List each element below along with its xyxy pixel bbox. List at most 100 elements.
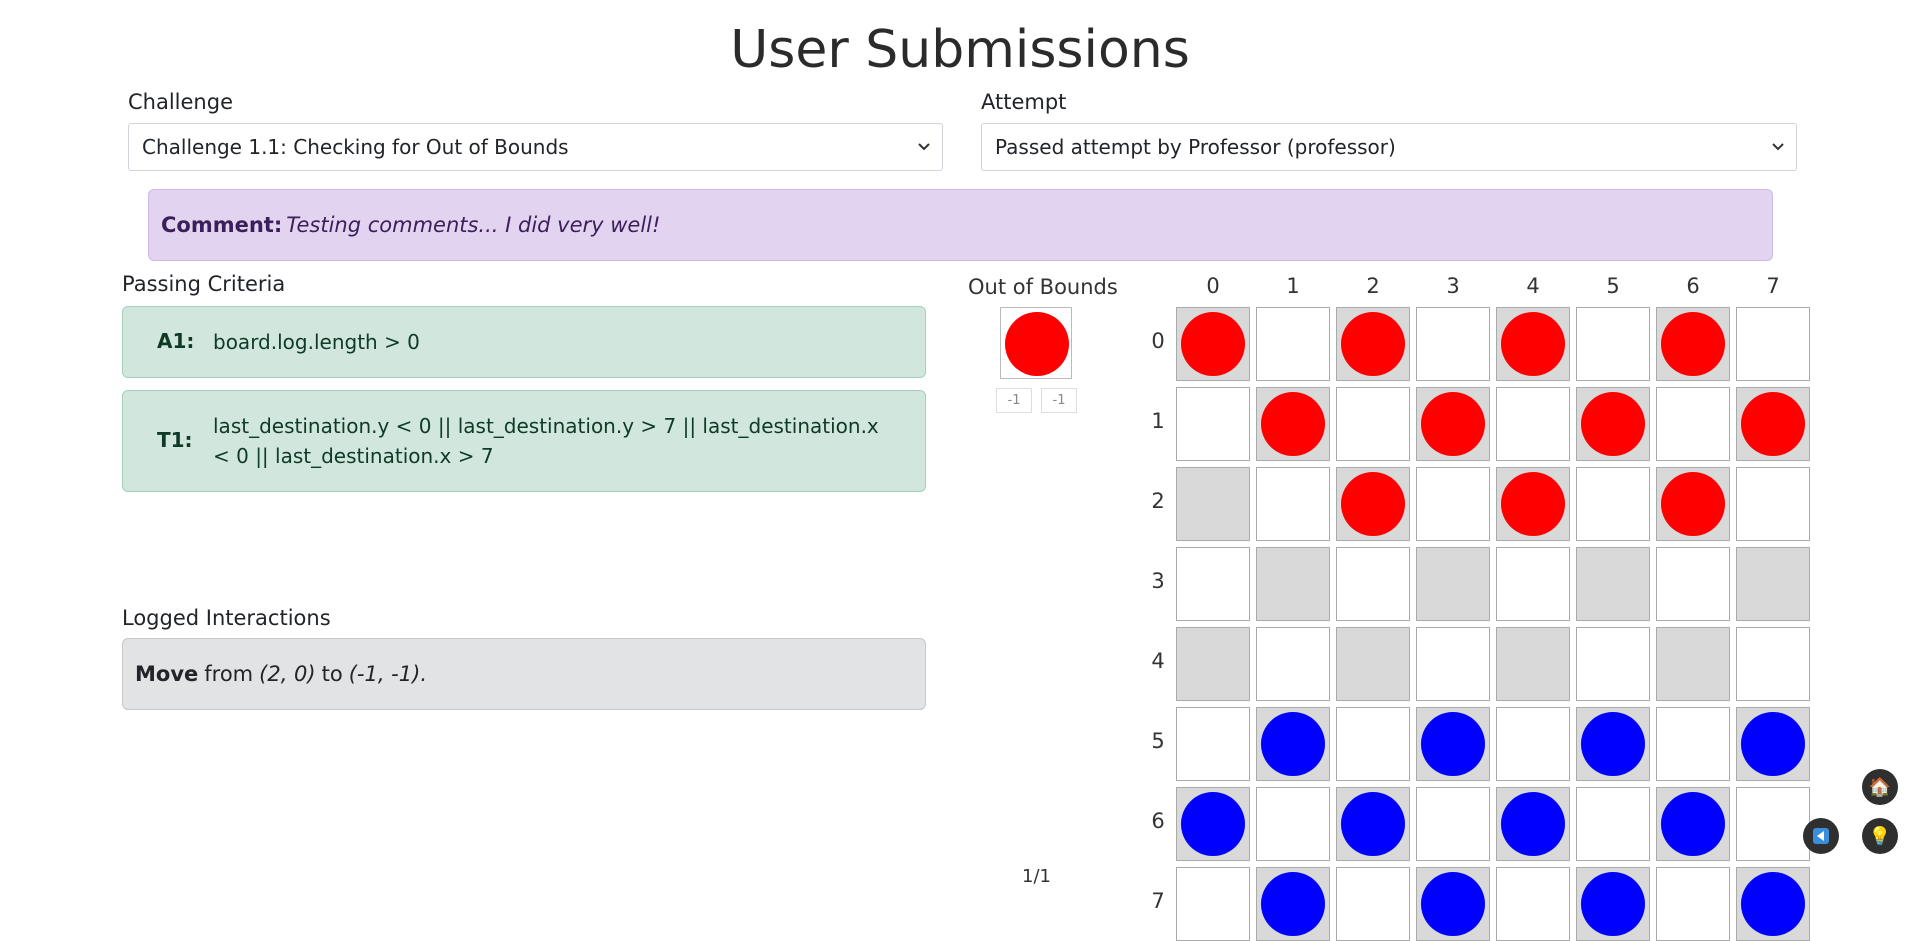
board-square[interactable] [1416, 467, 1490, 541]
blue-piece[interactable] [1261, 712, 1325, 776]
board-square[interactable] [1576, 387, 1650, 461]
board-square[interactable] [1496, 867, 1570, 941]
board-square[interactable] [1256, 307, 1330, 381]
red-piece[interactable] [1261, 392, 1325, 456]
board-square[interactable] [1576, 867, 1650, 941]
board-square[interactable] [1256, 467, 1330, 541]
board-square[interactable] [1336, 547, 1410, 621]
board-square[interactable] [1736, 547, 1810, 621]
board-square[interactable] [1576, 707, 1650, 781]
board-square[interactable] [1656, 467, 1730, 541]
blue-piece[interactable] [1581, 712, 1645, 776]
board-square[interactable] [1496, 547, 1570, 621]
board-square[interactable] [1256, 627, 1330, 701]
board-square[interactable] [1176, 787, 1250, 861]
blue-piece[interactable] [1661, 792, 1725, 856]
board-square[interactable] [1736, 387, 1810, 461]
red-piece[interactable] [1341, 472, 1405, 536]
board-square[interactable] [1256, 867, 1330, 941]
board-square[interactable] [1736, 707, 1810, 781]
board-square[interactable] [1416, 627, 1490, 701]
criterion-id: T1: [157, 428, 193, 452]
board-square[interactable] [1176, 627, 1250, 701]
board-square[interactable] [1496, 387, 1570, 461]
back-arrow-icon [1813, 828, 1829, 844]
blue-piece[interactable] [1181, 792, 1245, 856]
board-square[interactable] [1336, 307, 1410, 381]
board-square[interactable] [1576, 787, 1650, 861]
board-square[interactable] [1656, 627, 1730, 701]
red-piece[interactable] [1181, 312, 1245, 376]
board-square[interactable] [1176, 307, 1250, 381]
board-square[interactable] [1656, 867, 1730, 941]
board-square[interactable] [1736, 787, 1810, 861]
board-square[interactable] [1416, 307, 1490, 381]
board-square[interactable] [1576, 627, 1650, 701]
hint-button[interactable]: 💡 [1862, 818, 1898, 854]
challenge-select[interactable]: Challenge 1.1: Checking for Out of Bound… [128, 123, 943, 171]
board-square[interactable] [1736, 867, 1810, 941]
board-square[interactable] [1496, 707, 1570, 781]
board-square[interactable] [1336, 867, 1410, 941]
row-label: 4 [1151, 649, 1165, 673]
red-piece[interactable] [1741, 392, 1805, 456]
board-square[interactable] [1336, 387, 1410, 461]
red-piece[interactable] [1661, 472, 1725, 536]
blue-piece[interactable] [1741, 872, 1805, 936]
board-square[interactable] [1176, 387, 1250, 461]
board-square[interactable] [1336, 707, 1410, 781]
board-square[interactable] [1656, 307, 1730, 381]
board-square[interactable] [1736, 307, 1810, 381]
blue-piece[interactable] [1501, 792, 1565, 856]
row-label: 7 [1151, 889, 1165, 913]
criterion-id: A1: [157, 329, 195, 353]
board-square[interactable] [1656, 787, 1730, 861]
board-square[interactable] [1176, 547, 1250, 621]
board-square[interactable] [1256, 787, 1330, 861]
board-square[interactable] [1736, 627, 1810, 701]
board-square[interactable] [1416, 547, 1490, 621]
blue-piece[interactable] [1581, 872, 1645, 936]
blue-piece[interactable] [1261, 872, 1325, 936]
board-square[interactable] [1656, 387, 1730, 461]
board-square[interactable] [1496, 467, 1570, 541]
red-piece[interactable] [1501, 312, 1565, 376]
board-square[interactable] [1576, 467, 1650, 541]
board-square[interactable] [1256, 387, 1330, 461]
board-square[interactable] [1336, 627, 1410, 701]
red-piece[interactable] [1581, 392, 1645, 456]
board-square[interactable] [1576, 307, 1650, 381]
board-square[interactable] [1496, 307, 1570, 381]
red-piece[interactable] [1501, 472, 1565, 536]
red-piece[interactable] [1421, 392, 1485, 456]
board-square[interactable] [1416, 787, 1490, 861]
red-piece[interactable] [1341, 312, 1405, 376]
home-button[interactable]: 🏠 [1862, 769, 1898, 805]
red-piece[interactable] [1005, 312, 1069, 376]
attempt-select[interactable]: Passed attempt by Professor (professor) [981, 123, 1797, 171]
red-piece[interactable] [1661, 312, 1725, 376]
board-square[interactable] [1336, 787, 1410, 861]
criterion-a1: A1: board.log.length > 0 [122, 306, 926, 378]
board-square[interactable] [1496, 787, 1570, 861]
blue-piece[interactable] [1421, 712, 1485, 776]
board-square[interactable] [1416, 387, 1490, 461]
board-square[interactable] [1736, 467, 1810, 541]
blue-piece[interactable] [1741, 712, 1805, 776]
board-square[interactable] [1416, 867, 1490, 941]
board-square[interactable] [1176, 707, 1250, 781]
board-square[interactable] [1256, 707, 1330, 781]
board-square[interactable] [1176, 467, 1250, 541]
board-square[interactable] [1656, 707, 1730, 781]
blue-piece[interactable] [1341, 792, 1405, 856]
out-of-bounds-cell[interactable] [1000, 307, 1072, 379]
board-square[interactable] [1176, 867, 1250, 941]
board-square[interactable] [1576, 547, 1650, 621]
back-button[interactable] [1803, 818, 1839, 854]
board-square[interactable] [1656, 547, 1730, 621]
blue-piece[interactable] [1421, 872, 1485, 936]
board-square[interactable] [1336, 467, 1410, 541]
board-square[interactable] [1256, 547, 1330, 621]
board-square[interactable] [1416, 707, 1490, 781]
board-square[interactable] [1496, 627, 1570, 701]
